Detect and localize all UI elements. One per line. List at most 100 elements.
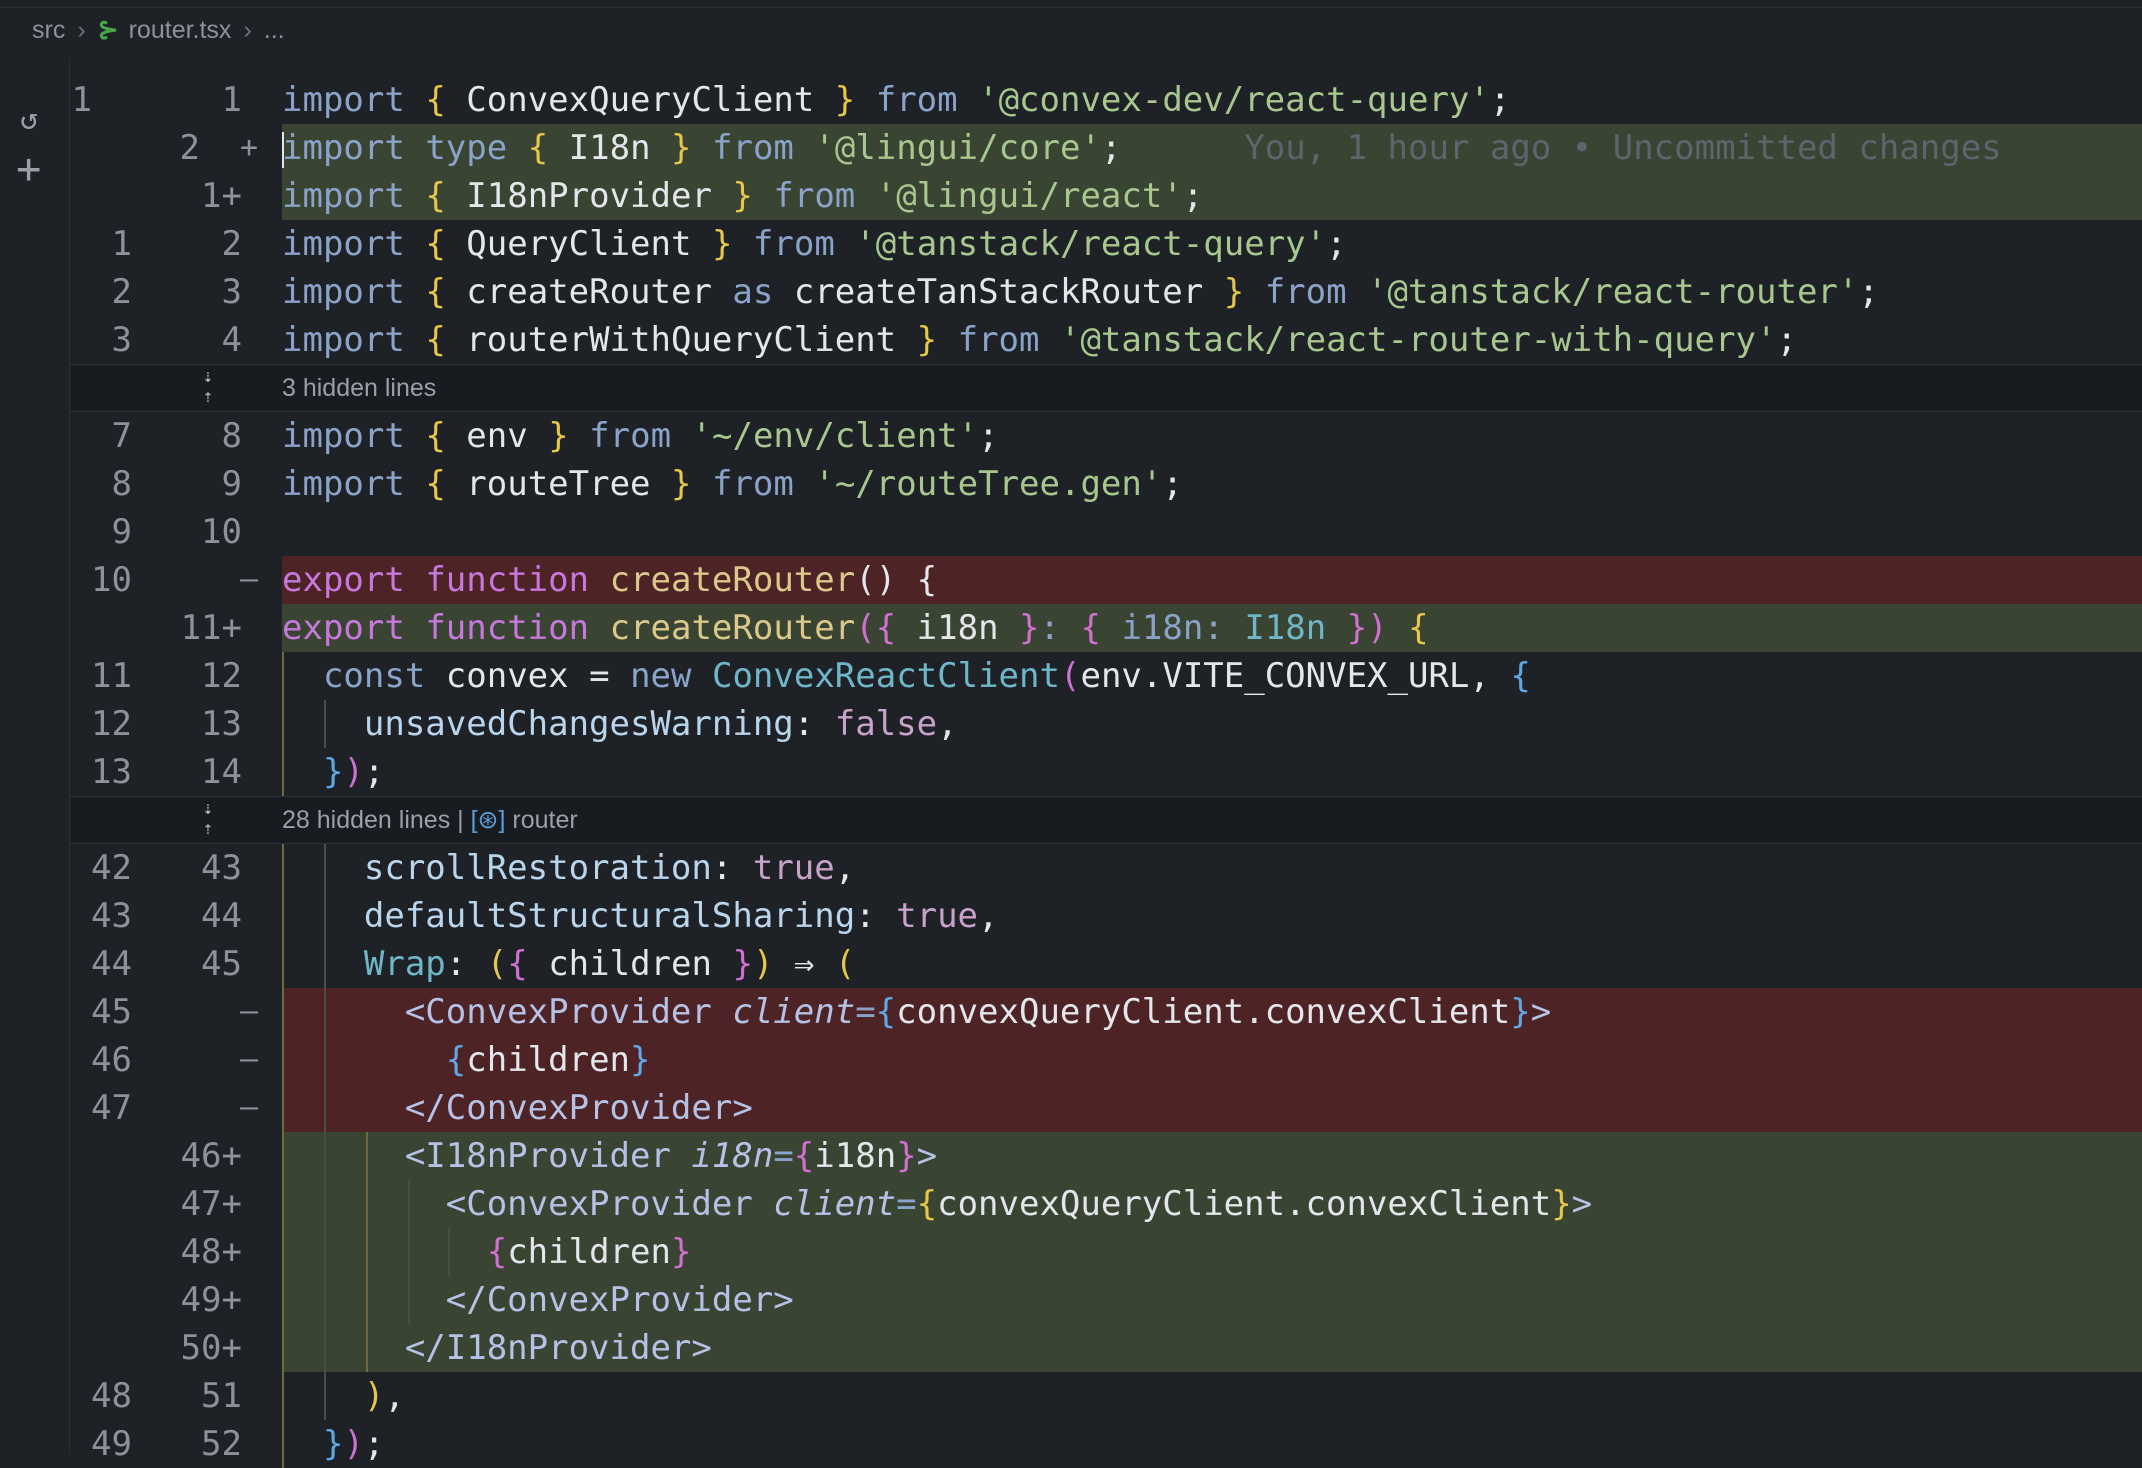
line-content: <ConvexProvider client={convexQueryClien… [404,992,1552,1032]
added-line[interactable]: 11+ export function createRouter({ i18n … [0,604,2142,652]
deleted-marker: – [240,562,259,597]
line-content: {children} [486,1232,692,1272]
line-content: import { I18nProvider } from '@lingui/re… [282,176,1204,216]
old-line-number: 11 [91,656,132,696]
line-content: import type { I18n } from '@lingui/core'… [282,128,2002,168]
line-content: import { routerWithQueryClient } from '@… [282,320,1797,360]
old-line-number [40,124,132,172]
new-line-number [140,1036,242,1084]
indent-guide [366,1132,368,1372]
old-line-number: 49 [91,1424,132,1464]
new-line-number: 10 [201,512,242,552]
old-line-number: 1 [71,80,92,120]
old-line-number [40,172,132,220]
hidden-lines-bar[interactable]: ⇣ ⇡ 28 hidden lines | [⊛] router [70,796,2142,844]
code-line[interactable]: 9 10 [0,508,2142,556]
added-line[interactable]: 49+ </ConvexProvider> [0,1276,2142,1324]
code-line[interactable]: 12 13 unsavedChangesWarning: false, [0,700,2142,748]
old-line-number [40,1180,132,1228]
deleted-line[interactable]: 10 – export function createRouter() { [0,556,2142,604]
scope-symbol: router [512,806,578,834]
code-line[interactable]: 49 52 }); [0,1420,2142,1468]
expand-lines-icon[interactable]: ⇣ ⇡ [198,367,218,407]
line-content: scrollRestoration: true, [363,848,856,888]
new-line-number: 4 [221,320,242,360]
deleted-line[interactable]: 46 – {children} [0,1036,2142,1084]
breadcrumb-more[interactable]: ... [264,16,285,45]
breadcrumb-file[interactable]: router.tsx [129,16,232,45]
indent-guide [448,1228,450,1276]
new-line-number: 44 [201,896,242,936]
line-content: unsavedChangesWarning: false, [363,704,958,744]
new-line-number: 50+ [180,1328,242,1368]
deleted-line[interactable]: 45 – <ConvexProvider client={convexQuery… [0,988,2142,1036]
old-line-number: 44 [91,944,132,984]
old-line-number: 10 [91,560,132,600]
chevron-right-icon: › [77,15,86,44]
line-content: {children} [445,1040,651,1080]
line-content: export function createRouter() { [282,560,938,600]
line-content: import { createRouter as createTanStackR… [282,272,1879,312]
indent-guide [282,844,284,1468]
deleted-line[interactable]: 47 – </ConvexProvider> [0,1084,2142,1132]
old-line-number [40,604,132,652]
code-line[interactable]: 2 3 import { createRouter as createTanSt… [0,268,2142,316]
chevron-right-icon: › [243,15,252,44]
line-content: export function createRouter({ i18n }: {… [282,608,1429,648]
line-content: <ConvexProvider client={convexQueryClien… [445,1184,1593,1224]
indent-guide [408,1180,410,1324]
indent-guide [324,844,326,1420]
added-line[interactable]: 48+ {children} [0,1228,2142,1276]
new-line-number [140,556,242,604]
git-blame-annotation: You, 1 hour ago • Uncommitted changes [1244,128,2002,168]
code-line[interactable]: 13 14 }); [0,748,2142,796]
code-line[interactable]: 11 12 const convex = new ConvexReactClie… [0,652,2142,700]
added-line[interactable]: 2 + import type { I18n } from '@lingui/c… [0,124,2142,172]
indent-guide [324,700,326,748]
breadcrumb: src › ⊱ router.tsx › ... [0,0,2142,60]
new-line-number: 1 [221,80,242,120]
new-line-number: 48+ [180,1232,242,1272]
line-content: import { routeTree } from '~/routeTree.g… [282,464,1183,504]
hidden-lines-bar[interactable]: ⇣ ⇡ 3 hidden lines [70,364,2142,412]
added-line[interactable]: 1+ import { I18nProvider } from '@lingui… [0,172,2142,220]
tsx-file-icon: ⊱ [97,16,119,44]
new-line-number [140,988,242,1036]
old-line-number [40,1228,132,1276]
hidden-lines-label[interactable]: 3 hidden lines [282,365,436,411]
code-line[interactable]: 1 2 import { QueryClient } from '@tansta… [0,220,2142,268]
code-line[interactable]: 8 9 import { routeTree } from '~/routeTr… [0,460,2142,508]
expand-lines-icon[interactable]: ⇣ ⇡ [198,799,218,839]
added-line[interactable]: 46+ <I18nProvider i18n={i18n}> [0,1132,2142,1180]
new-line-number: 13 [201,704,242,744]
code-line[interactable]: 48 51 ), [0,1372,2142,1420]
line-content: </ConvexProvider> [404,1088,753,1128]
hidden-lines-label[interactable]: 28 hidden lines | [⊛] router [282,797,578,843]
line-content: import { env } from '~/env/client'; [282,416,999,456]
old-line-number: 13 [91,752,132,792]
line-content: </ConvexProvider> [445,1280,794,1320]
line-content: </I18nProvider> [404,1328,712,1368]
breadcrumb-folder[interactable]: src [32,16,65,45]
new-line-number: 2 [221,224,242,264]
old-line-number: 3 [111,320,132,360]
added-line[interactable]: 50+ </I18nProvider> [0,1324,2142,1372]
code-line[interactable]: 3 4 import { routerWithQueryClient } fro… [0,316,2142,364]
new-line-number: 52 [201,1424,242,1464]
code-line[interactable]: 1 1 import { ConvexQueryClient } from '@… [0,76,2142,124]
code-line[interactable]: 43 44 defaultStructuralSharing: true, [0,892,2142,940]
new-line-number: 3 [221,272,242,312]
code-line[interactable]: 44 45 Wrap: ({ children }) ⇒ ( [0,940,2142,988]
added-line[interactable]: 47+ <ConvexProvider client={convexQueryC… [0,1180,2142,1228]
old-line-number: 46 [91,1040,132,1080]
new-line-number: 12 [201,656,242,696]
code-line[interactable]: 7 8 import { env } from '~/env/client'; [0,412,2142,460]
new-line-number: 11+ [180,608,242,648]
old-line-number: 9 [111,512,132,552]
old-line-number: 43 [91,896,132,936]
line-content: import { ConvexQueryClient } from '@conv… [282,80,1511,120]
code-line[interactable]: 42 43 scrollRestoration: true, [0,844,2142,892]
symbol-variable-icon: [⊛] [470,806,506,834]
line-content: <I18nProvider i18n={i18n}> [404,1136,938,1176]
line-content: }); [322,1424,385,1464]
